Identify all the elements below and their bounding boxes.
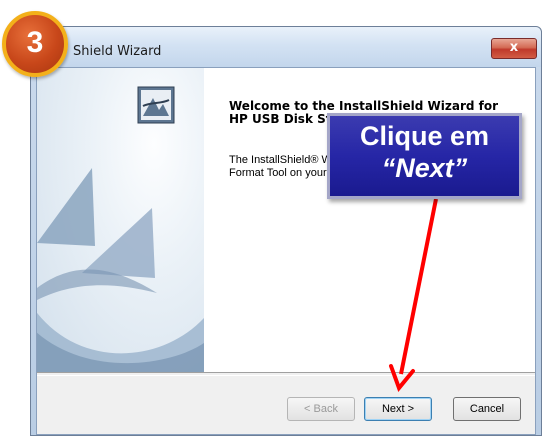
- annotation-arrow: [389, 198, 438, 392]
- instruction-callout: Clique em “Next”: [327, 113, 522, 199]
- callout-line-1: Clique em: [359, 121, 490, 151]
- callout-line-2: “Next”: [381, 153, 468, 183]
- step-number-badge: 3: [2, 11, 68, 77]
